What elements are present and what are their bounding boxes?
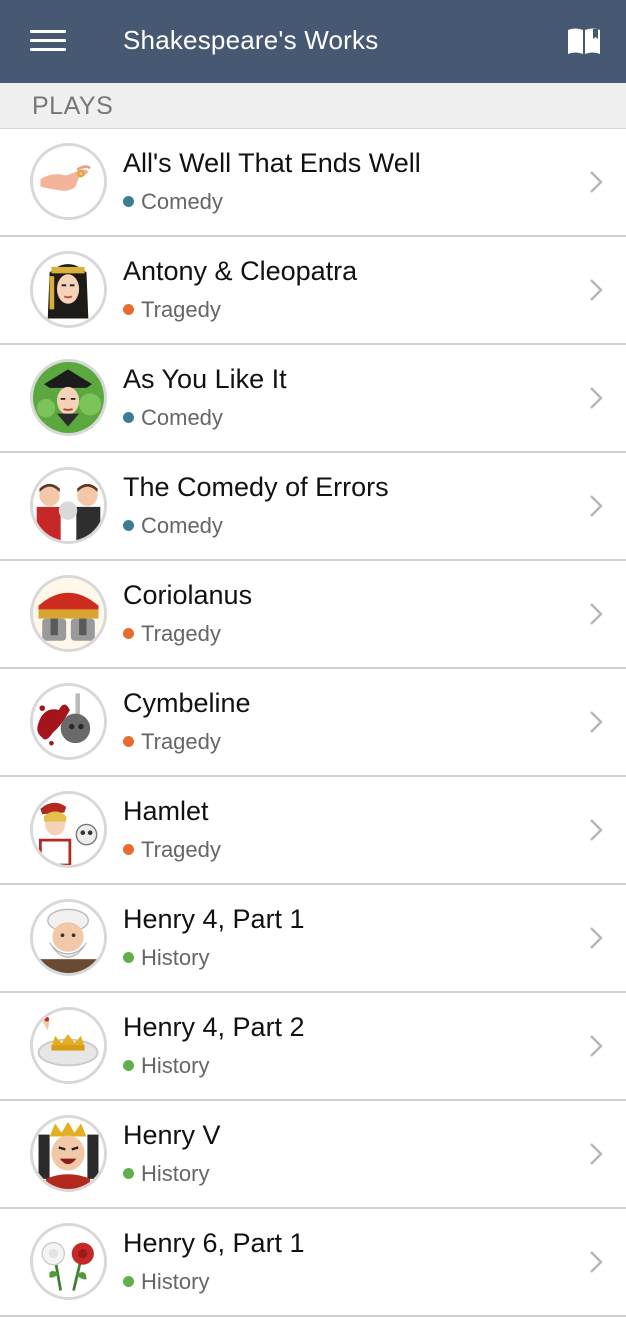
genre-label: Comedy <box>141 189 223 214</box>
genre-label: Comedy <box>141 513 223 538</box>
blood-splatter-icon <box>30 683 107 760</box>
genre-label: Tragedy <box>141 621 221 646</box>
chevron-right-icon <box>590 279 603 301</box>
genre-label: History <box>141 945 210 970</box>
play-title: Hamlet <box>123 796 209 826</box>
section-title: PLAYS <box>32 92 114 120</box>
list-item[interactable]: Coriolanus Tragedy <box>0 561 626 669</box>
genre-label: History <box>141 1269 210 1294</box>
genre-dot <box>123 628 134 639</box>
genre-dot <box>123 196 134 207</box>
play-title: Henry 4, Part 2 <box>123 1012 305 1042</box>
genre-label: Tragedy <box>141 297 221 322</box>
chevron-right-icon <box>590 603 603 625</box>
list-item[interactable]: Henry 6, Part 1 History <box>0 1209 626 1317</box>
list-item[interactable]: Hamlet Tragedy <box>0 777 626 885</box>
chevron-right-icon <box>590 819 603 841</box>
book-icon[interactable] <box>566 26 602 56</box>
chevron-right-icon <box>590 1035 603 1057</box>
plays-list: All's Well That Ends Well Comedy Antony … <box>0 129 626 1317</box>
list-item[interactable]: Henry 4, Part 2 History <box>0 993 626 1101</box>
genre-label: Tragedy <box>141 729 221 754</box>
genre-label: History <box>141 1053 210 1078</box>
list-item[interactable]: All's Well That Ends Well Comedy <box>0 129 626 237</box>
genre-dot <box>123 844 134 855</box>
cleopatra-icon <box>30 251 107 328</box>
play-title: Henry 6, Part 1 <box>123 1228 305 1258</box>
list-item[interactable]: Cymbeline Tragedy <box>0 669 626 777</box>
chevron-right-icon <box>590 927 603 949</box>
list-item[interactable]: Henry 4, Part 1 History <box>0 885 626 993</box>
roman-helmets-icon <box>30 575 107 652</box>
genre-dot <box>123 1168 134 1179</box>
genre-dot <box>123 304 134 315</box>
genre-label: Comedy <box>141 405 223 430</box>
genre-dot <box>123 1276 134 1287</box>
app-title: Shakespeare's Works <box>123 25 379 55</box>
section-header: PLAYS <box>0 83 626 129</box>
list-item[interactable]: Henry V History <box>0 1101 626 1209</box>
play-title: The Comedy of Errors <box>123 472 389 502</box>
hand-ring-icon <box>30 143 107 220</box>
genre-label: Tragedy <box>141 837 221 862</box>
chevron-right-icon <box>590 1251 603 1273</box>
genre-dot <box>123 412 134 423</box>
play-title: Cymbeline <box>123 688 251 718</box>
play-title: Antony & Cleopatra <box>123 256 358 286</box>
genre-dot <box>123 952 134 963</box>
menu-icon[interactable] <box>30 30 70 54</box>
forest-character-icon <box>30 359 107 436</box>
play-title: Coriolanus <box>123 580 253 610</box>
genre-label: History <box>141 1161 210 1186</box>
play-title: Henry V <box>123 1120 221 1150</box>
genre-dot <box>123 520 134 531</box>
king-henry-icon <box>30 1115 107 1192</box>
play-title: Henry 4, Part 1 <box>123 904 305 934</box>
falstaff-icon <box>30 899 107 976</box>
play-title: As You Like It <box>123 364 287 394</box>
chevron-right-icon <box>590 387 603 409</box>
play-title: All's Well That Ends Well <box>123 148 421 178</box>
genre-dot <box>123 1060 134 1071</box>
chevron-right-icon <box>590 171 603 193</box>
crown-bowl-icon <box>30 1007 107 1084</box>
twins-icon <box>30 467 107 544</box>
chevron-right-icon <box>590 1143 603 1165</box>
app-bar: Shakespeare's Works <box>0 0 626 83</box>
list-item[interactable]: As You Like It Comedy <box>0 345 626 453</box>
list-item[interactable]: The Comedy of Errors Comedy <box>0 453 626 561</box>
roses-icon <box>30 1223 107 1300</box>
chevron-right-icon <box>590 495 603 517</box>
list-item[interactable]: Antony & Cleopatra Tragedy <box>0 237 626 345</box>
genre-dot <box>123 736 134 747</box>
hamlet-skull-icon <box>30 791 107 868</box>
chevron-right-icon <box>590 711 603 733</box>
